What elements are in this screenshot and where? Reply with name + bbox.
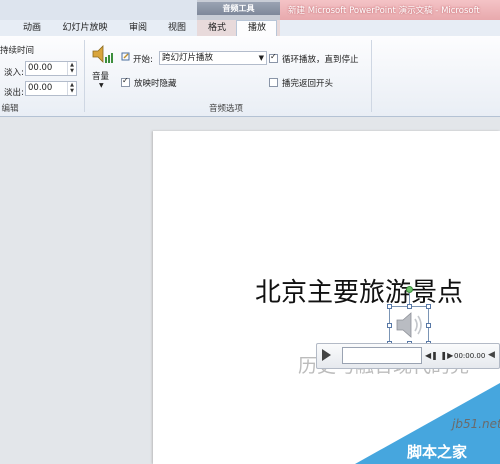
window-title: 新建 Microsoft PowerPoint 演示文稿 - Microsoft	[288, 6, 480, 16]
watermark-name: 脚本之家	[407, 443, 468, 461]
resize-handle[interactable]	[426, 323, 431, 328]
fade-in-value: 00.00	[28, 63, 53, 73]
volume-button-label[interactable]: 音量	[92, 70, 109, 82]
audio-time: 00:00.00	[454, 352, 486, 360]
speaker-icon	[396, 312, 422, 338]
audio-progress-track[interactable]	[342, 347, 422, 364]
fade-out-spinner[interactable]: 00.00 ▲ ▼	[25, 81, 77, 96]
fade-in-label: 淡入:	[4, 68, 24, 78]
start-dropdown-value: 跨幻灯片播放	[162, 53, 214, 63]
tab-review[interactable]: 审阅	[120, 20, 156, 36]
volume-icon[interactable]	[90, 43, 114, 67]
start-label: 开始:	[133, 55, 153, 65]
rewind-checkbox[interactable]	[269, 78, 278, 87]
hide-during-show-label: 放映时隐藏	[134, 79, 177, 89]
play-icon[interactable]	[322, 349, 331, 361]
slide-title[interactable]: 北京主要旅游景点	[255, 272, 463, 309]
fade-out-label: 淡出:	[4, 88, 24, 98]
hide-during-show-checkbox[interactable]	[121, 76, 130, 87]
loop-checkbox[interactable]	[269, 52, 278, 63]
resize-handle[interactable]	[426, 304, 431, 309]
tab-format[interactable]: 格式	[200, 20, 234, 36]
resize-handle[interactable]	[387, 323, 392, 328]
resize-handle[interactable]	[387, 304, 392, 309]
start-icon	[121, 52, 131, 62]
audio-object-selection[interactable]	[389, 306, 429, 344]
tab-slideshow[interactable]: 幻灯片放映	[56, 20, 114, 36]
spinner-arrows-icon[interactable]: ▲ ▼	[67, 62, 76, 75]
chevron-down-icon: ▼	[258, 54, 264, 62]
ribbon: 持续时间 淡入: 00.00 ▲ ▼ 淡出: 00.00 ▲ ▼ 编辑 音量 ▼ 开…	[0, 36, 500, 117]
context-tab-group-label: 音频工具	[197, 2, 280, 15]
volume-dropdown-icon[interactable]: ▼	[99, 82, 104, 89]
watermark-site: jb51.net	[452, 417, 500, 431]
rewind-label: 播完返回开头	[282, 79, 334, 89]
start-dropdown[interactable]: 跨幻灯片播放 ▼	[159, 51, 267, 65]
resize-handle[interactable]	[407, 304, 412, 309]
fade-duration-heading: 持续时间	[0, 46, 35, 56]
group-separator	[84, 40, 85, 112]
rotation-handle[interactable]	[406, 286, 413, 293]
fade-in-spinner[interactable]: 00.00 ▲ ▼	[25, 61, 77, 76]
group-separator	[371, 40, 372, 112]
tab-playback[interactable]: 播放	[237, 20, 277, 36]
tab-animations[interactable]: 动画	[14, 20, 50, 36]
loop-label: 循环播放，直到停止	[282, 55, 359, 65]
fade-out-value: 00.00	[28, 83, 53, 93]
player-volume-icon[interactable]: ◀	[488, 350, 495, 360]
spinner-arrows-icon[interactable]: ▲ ▼	[67, 82, 76, 95]
skip-back-forward-icon[interactable]: ◀❚ ❚▶	[425, 351, 453, 360]
edit-group-label: 编辑	[1, 104, 19, 114]
audio-options-group-label: 音频选项	[208, 104, 243, 114]
tab-view[interactable]: 视图	[160, 20, 194, 36]
